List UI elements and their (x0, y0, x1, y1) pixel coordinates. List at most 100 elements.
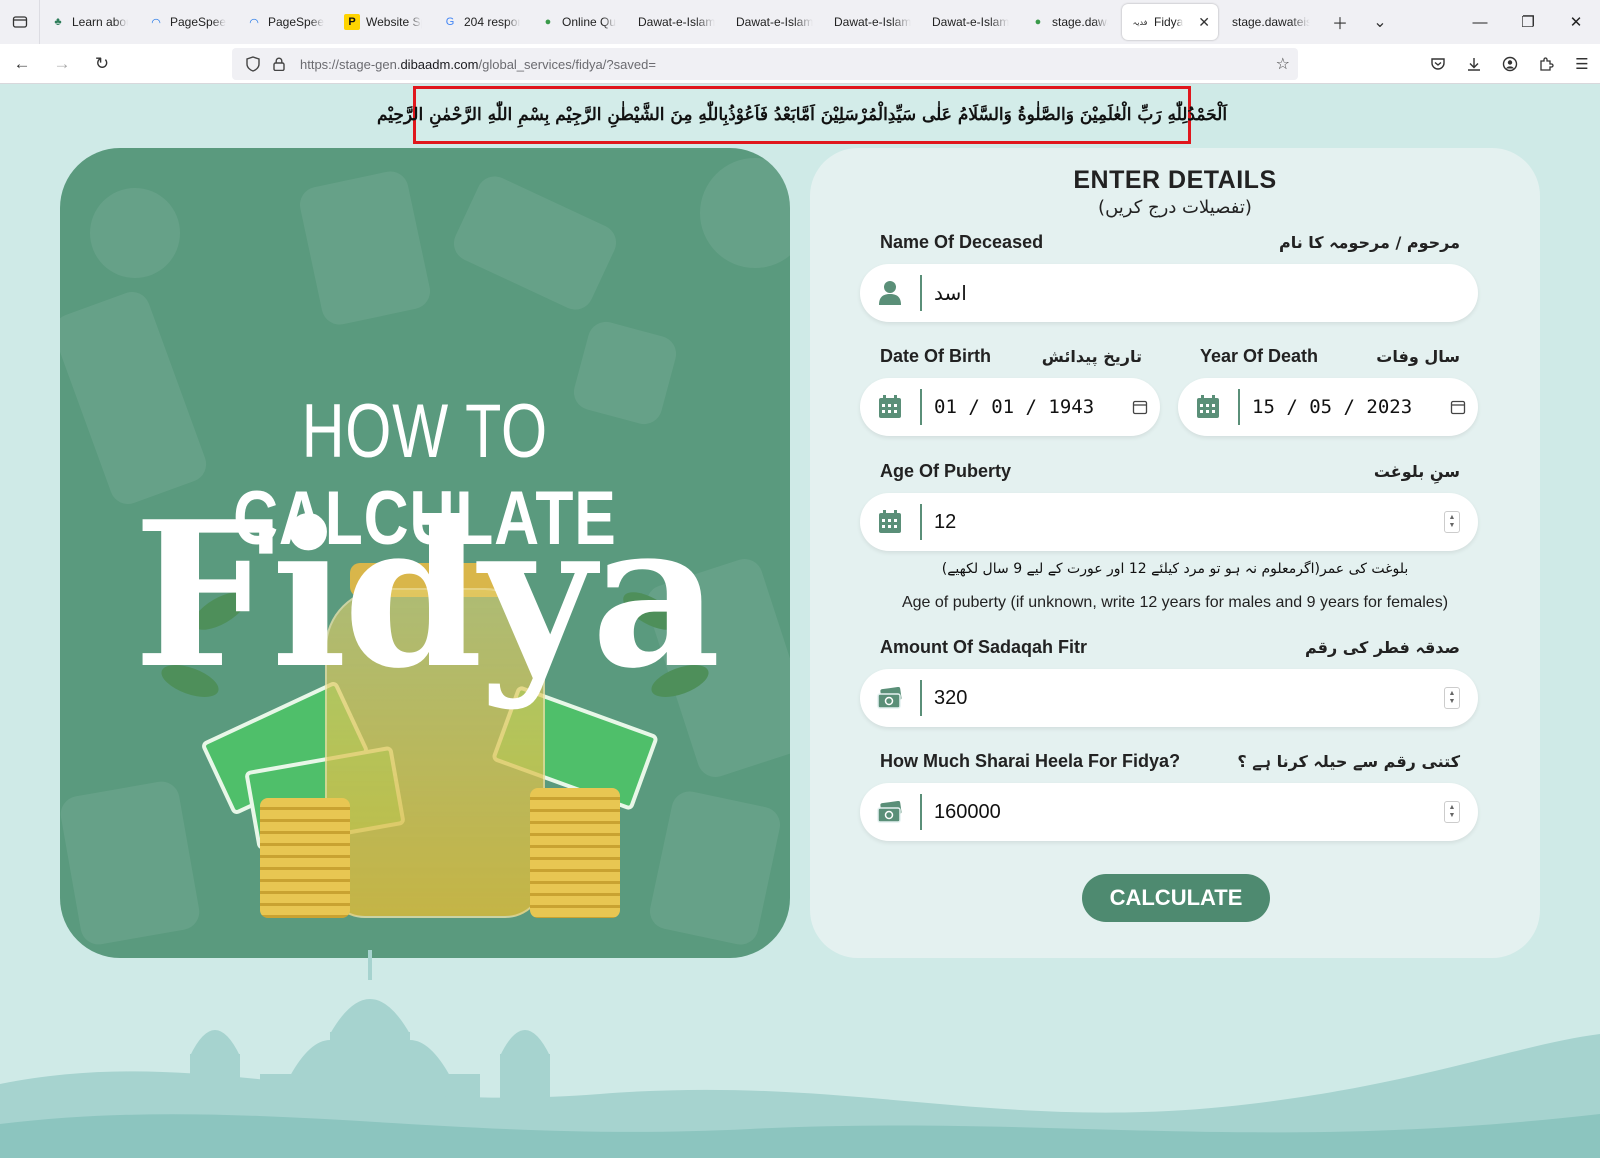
tab-title: Dawat-e-Islam (638, 15, 716, 29)
calendar-picker-icon (1132, 400, 1148, 415)
spin-up-icon[interactable]: ▲ (1449, 690, 1456, 698)
spin-down-icon[interactable]: ▼ (1449, 522, 1456, 530)
browser-tab[interactable]: Dawat-e-Islam (824, 4, 922, 40)
fidya-favicon-icon: فدیہ (1132, 17, 1148, 27)
number-spinner[interactable]: ▲ ▼ (1444, 687, 1460, 709)
browser-tab[interactable]: ◠ PageSpeed (236, 4, 334, 40)
tab-title: Learn abou (72, 15, 128, 29)
dob-date-input[interactable]: 01 / 01 / 1943 (860, 378, 1160, 436)
back-button[interactable]: ← (4, 48, 40, 80)
tab-title: Dawat-e-Islam (834, 15, 912, 29)
extensions-button[interactable] (1528, 44, 1564, 84)
forward-button[interactable]: → (44, 48, 80, 80)
calendar-icon (860, 389, 922, 425)
puberty-number-input[interactable]: 12 ▲ ▼ (860, 493, 1478, 551)
tab-list-button[interactable] (0, 0, 40, 44)
spin-down-icon[interactable]: ▼ (1449, 812, 1456, 820)
puberty-label-urdu: سنِ بلوغت (1373, 462, 1460, 481)
close-icon: ✕ (1569, 14, 1583, 31)
forward-arrow-icon: → (53, 53, 71, 73)
calculate-button[interactable]: CALCULATE (1082, 874, 1270, 922)
user-icon (860, 275, 922, 311)
browser-tab[interactable]: P Website Sp (334, 4, 432, 40)
close-window-button[interactable]: ✕ (1552, 0, 1600, 44)
form-header: ENTER DETAILS (تفصیلات درج کریں) (810, 166, 1540, 218)
fitr-number-input[interactable]: 320 ▲ ▼ (860, 669, 1478, 727)
bismillah-text: اَلْحَمْدُلِلّٰهِ رَبِّ الْعٰلَمِیْنَ وَ… (376, 105, 1228, 125)
heela-label-row: How Much Sharai Heela For Fidya? کتنی رق… (880, 751, 1460, 772)
promo-fidya-word: Fidya (133, 478, 721, 713)
bookmark-star-icon[interactable]: ☆ (1276, 54, 1290, 74)
fitr-label: Amount Of Sadaqah Fitr (880, 637, 1087, 657)
browser-tab[interactable]: stage.dawateis (1222, 4, 1320, 40)
browser-tab[interactable]: ● stage.dawa (1020, 4, 1118, 40)
fidya-promo-image: HOW TO CALCULATE Fidya (60, 148, 790, 958)
lock-icon[interactable] (266, 57, 292, 71)
fitr-label-urdu: صدقہ فطر کی رقم (1304, 638, 1460, 657)
plus-icon: ＋ (1331, 16, 1348, 33)
favicon-icon: ◠ (151, 16, 161, 29)
fidya-form: ENTER DETAILS (تفصیلات درج کریں) Name Of… (810, 148, 1540, 958)
download-icon (1468, 58, 1480, 71)
number-spinner[interactable]: ▲ ▼ (1444, 801, 1460, 823)
tab-title: Dawat-e-Islam (932, 15, 1010, 29)
browser-tab-active[interactable]: فدیہ Fidya ✕ (1122, 4, 1218, 40)
name-label-urdu: مرحوم / مرحومہ کا نام (1278, 233, 1460, 252)
browser-tab[interactable]: ♣ Learn abou (40, 4, 138, 40)
tab-title: 204 respon (464, 15, 520, 29)
yod-label-urdu: سال وفات (1376, 347, 1460, 366)
back-arrow-icon: ← (13, 53, 31, 73)
tab-title: Website Sp (366, 15, 422, 29)
new-tab-button[interactable]: ＋ (1320, 0, 1360, 44)
close-tab-icon[interactable]: ✕ (1198, 14, 1210, 31)
heela-label-urdu: کتنی رقم سے حیلہ کرنا ہے ؟ (1237, 752, 1460, 771)
yod-date-input[interactable]: 15 / 05 / 2023 (1178, 378, 1478, 436)
url-text[interactable]: https://stage-gen.dibaadm.com/global_ser… (300, 57, 656, 72)
page-content: اَلْحَمْدُلِلّٰهِ رَبِّ الْعٰلَمِیْنَ وَ… (0, 84, 1600, 1158)
browser-tab[interactable]: Dawat-e-Islam (726, 4, 824, 40)
number-spinner[interactable]: ▲ ▼ (1444, 511, 1460, 533)
puberty-value[interactable]: 12 (934, 511, 1444, 534)
tab-list-icon (12, 16, 27, 28)
spin-up-icon[interactable]: ▲ (1449, 804, 1456, 812)
money-icon (860, 794, 922, 830)
minimize-button[interactable]: — (1456, 0, 1504, 44)
heela-value[interactable]: 160000 (934, 801, 1444, 824)
name-field[interactable]: اسد (860, 264, 1478, 322)
reload-button[interactable]: ↻ (84, 48, 120, 80)
form-title-urdu: (تفصیلات درج کریں) (1098, 197, 1252, 218)
url-bar[interactable]: https://stage-gen.dibaadm.com/global_ser… (232, 48, 1298, 80)
name-label: Name Of Deceased (880, 232, 1044, 252)
account-button[interactable] (1492, 44, 1528, 84)
url-prefix: https://stage-gen. (300, 56, 401, 72)
heela-number-input[interactable]: 160000 ▲ ▼ (860, 783, 1478, 841)
browser-tab[interactable]: ◠ PageSpeed (138, 4, 236, 40)
puberty-hint: Age of puberty (if unknown, write 12 yea… (901, 594, 1449, 611)
coin-stack-illustration (530, 788, 620, 918)
tab-title: stage.dawateis (1232, 15, 1310, 29)
shield-icon[interactable] (240, 56, 266, 72)
date-picker-button[interactable] (1120, 399, 1160, 415)
pocket-icon (1431, 58, 1445, 70)
restore-icon: ❐ (1521, 14, 1535, 31)
browser-tab[interactable]: Dawat-e-Islam (922, 4, 1020, 40)
favicon-icon: G (445, 16, 455, 28)
name-input-value[interactable]: اسد (934, 281, 1478, 305)
downloads-button[interactable] (1456, 44, 1492, 84)
list-all-tabs-button[interactable]: ⌄ (1360, 0, 1400, 44)
spin-down-icon[interactable]: ▼ (1449, 698, 1456, 706)
fitr-value[interactable]: 320 (934, 687, 1444, 710)
yod-label: Year Of Death (1200, 346, 1319, 366)
pocket-button[interactable] (1420, 44, 1456, 84)
menu-button[interactable]: ☰ (1564, 44, 1600, 84)
browser-tab[interactable]: G 204 respon (432, 4, 530, 40)
restore-button[interactable]: ❐ (1504, 0, 1552, 44)
date-picker-button[interactable] (1438, 399, 1478, 415)
calendar-icon (1178, 389, 1240, 425)
browser-tab[interactable]: Dawat-e-Islam (628, 4, 726, 40)
browser-tab[interactable]: ● Online Qu (530, 4, 628, 40)
money-icon (860, 680, 922, 716)
spin-up-icon[interactable]: ▲ (1449, 514, 1456, 522)
dob-value[interactable]: 01 / 01 / 1943 (934, 396, 1120, 418)
yod-value[interactable]: 15 / 05 / 2023 (1252, 396, 1438, 418)
